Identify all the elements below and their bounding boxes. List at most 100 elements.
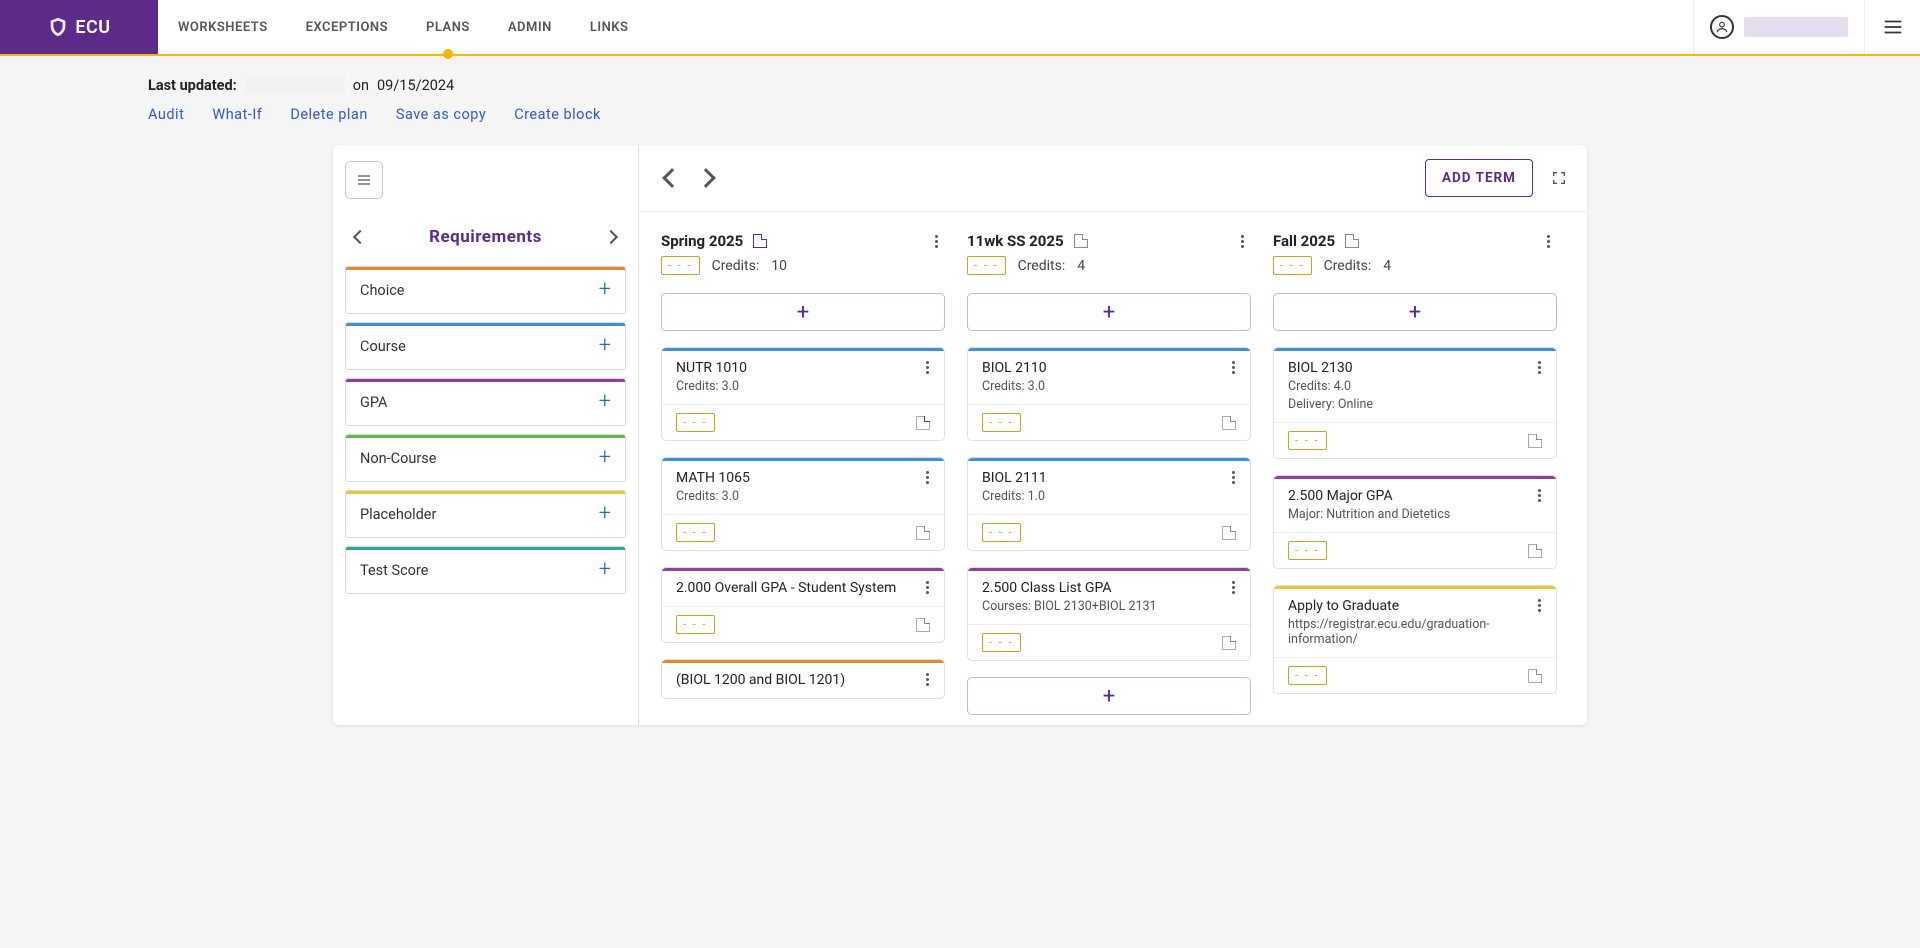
terms-row: Spring 2025 - - - Credits: 10 + NUTR 101… bbox=[639, 212, 1587, 725]
more-menu-button[interactable] bbox=[1233, 232, 1251, 250]
course-card[interactable]: 2.500 Major GPA Major: Nutrition and Die… bbox=[1273, 475, 1557, 569]
requirement-item[interactable]: Choice+ bbox=[345, 266, 626, 314]
course-card[interactable]: MATH 1065 Credits: 3.0 - - - bbox=[661, 457, 945, 551]
more-menu-button[interactable] bbox=[1224, 358, 1242, 376]
requirements-next[interactable] bbox=[600, 221, 622, 252]
card-body: BIOL 2130 Credits: 4.0Delivery: Online bbox=[1274, 348, 1556, 422]
menu-icon bbox=[1882, 16, 1904, 38]
note-icon[interactable] bbox=[916, 526, 930, 540]
more-menu-button[interactable] bbox=[918, 670, 936, 688]
card-footer: - - - bbox=[662, 404, 944, 440]
note-icon[interactable] bbox=[1345, 234, 1359, 248]
menu-icon bbox=[356, 172, 372, 188]
note-icon[interactable] bbox=[1222, 636, 1236, 650]
user-name-redacted bbox=[1744, 17, 1848, 37]
card-title: NUTR 1010 bbox=[676, 360, 930, 376]
course-card[interactable]: BIOL 2130 Credits: 4.0Delivery: Online -… bbox=[1273, 347, 1557, 459]
more-menu-button[interactable] bbox=[1530, 358, 1548, 376]
card-body: 2.000 Overall GPA - Student System bbox=[662, 568, 944, 606]
sidebar-toggle-button[interactable] bbox=[345, 161, 383, 199]
user-area bbox=[1693, 0, 1864, 54]
main-nav: WORKSHEETS EXCEPTIONS PLANS ADMIN LINKS bbox=[158, 0, 632, 54]
card-subtext: Delivery: Online bbox=[1288, 397, 1542, 412]
requirement-item[interactable]: Non-Course+ bbox=[345, 434, 626, 482]
more-menu-button[interactable] bbox=[1224, 578, 1242, 596]
course-card[interactable]: BIOL 2110 Credits: 3.0 - - - bbox=[967, 347, 1251, 441]
terms-scroll-right[interactable] bbox=[696, 168, 716, 188]
nav-admin[interactable]: ADMIN bbox=[504, 0, 556, 55]
nav-worksheets[interactable]: WORKSHEETS bbox=[174, 0, 272, 55]
requirements-panel: Requirements Choice+Course+GPA+Non-Cours… bbox=[333, 145, 639, 725]
more-menu-button[interactable] bbox=[927, 232, 945, 250]
top-bar: ECU WORKSHEETS EXCEPTIONS PLANS ADMIN LI… bbox=[0, 0, 1920, 56]
add-term-button[interactable]: ADD TERM bbox=[1425, 159, 1533, 197]
note-icon[interactable] bbox=[916, 416, 930, 430]
term-name: Spring 2025 bbox=[661, 232, 743, 250]
more-menu-button[interactable] bbox=[918, 468, 936, 486]
more-menu-button[interactable] bbox=[1530, 596, 1548, 614]
note-icon[interactable] bbox=[1528, 544, 1542, 558]
card-subtext: Courses: BIOL 2130+BIOL 2131 bbox=[982, 599, 1236, 614]
status-tag: - - - bbox=[1288, 541, 1327, 560]
create-block-link[interactable]: Create block bbox=[514, 106, 601, 123]
card-subtext: Credits: 1.0 bbox=[982, 489, 1236, 504]
brand-logo[interactable]: ECU bbox=[0, 0, 158, 54]
nav-plans[interactable]: PLANS bbox=[422, 0, 474, 55]
more-menu-button[interactable] bbox=[918, 358, 936, 376]
requirement-item[interactable]: Test Score+ bbox=[345, 546, 626, 594]
save-as-copy-link[interactable]: Save as copy bbox=[396, 106, 486, 123]
card-title: 2.000 Overall GPA - Student System bbox=[676, 580, 930, 596]
requirements-list: Choice+ Course+ GPA+ Non-Course+ Placeholder… bbox=[345, 266, 626, 594]
course-card[interactable]: (BIOL 1200 and BIOL 1201) bbox=[661, 659, 945, 699]
card-subtext: https://registrar.ecu.edu/graduation-inf… bbox=[1288, 617, 1542, 647]
term-column: Fall 2025 - - - Credits: 4 + BIOL 2130 C… bbox=[1273, 232, 1557, 715]
more-menu-button[interactable] bbox=[1224, 468, 1242, 486]
terms-scroll-left[interactable] bbox=[662, 168, 682, 188]
course-card[interactable]: 2.500 Class List GPA Courses: BIOL 2130+… bbox=[967, 567, 1251, 661]
add-course-slot[interactable]: + bbox=[1273, 293, 1557, 331]
card-footer: - - - bbox=[662, 514, 944, 550]
note-icon[interactable] bbox=[1222, 526, 1236, 540]
global-menu-button[interactable] bbox=[1864, 0, 1920, 54]
nav-exceptions[interactable]: EXCEPTIONS bbox=[302, 0, 392, 55]
credits-value: 4 bbox=[1077, 258, 1085, 274]
more-menu-button[interactable] bbox=[918, 578, 936, 596]
card-subtext: Credits: 3.0 bbox=[982, 379, 1236, 394]
term-credits: - - - Credits: 4 bbox=[1273, 256, 1557, 275]
chevron-left-icon bbox=[353, 230, 367, 244]
user-avatar-icon[interactable] bbox=[1710, 15, 1734, 39]
requirements-prev[interactable] bbox=[349, 221, 371, 252]
course-card[interactable]: NUTR 1010 Credits: 3.0 - - - bbox=[661, 347, 945, 441]
status-tag: - - - bbox=[676, 615, 715, 634]
card-title: BIOL 2110 bbox=[982, 360, 1236, 376]
note-icon[interactable] bbox=[753, 234, 767, 248]
note-icon[interactable] bbox=[1528, 434, 1542, 448]
add-course-slot[interactable]: + bbox=[967, 677, 1251, 715]
nav-links[interactable]: LINKS bbox=[586, 0, 633, 55]
card-subtext: Credits: 4.0 bbox=[1288, 379, 1542, 394]
add-course-slot[interactable]: + bbox=[661, 293, 945, 331]
requirement-item[interactable]: Placeholder+ bbox=[345, 490, 626, 538]
requirement-item[interactable]: Course+ bbox=[345, 322, 626, 370]
card-footer: - - - bbox=[1274, 657, 1556, 693]
add-course-slot[interactable]: + bbox=[967, 293, 1251, 331]
card-footer: - - - bbox=[1274, 422, 1556, 458]
expand-icon[interactable] bbox=[1551, 170, 1567, 186]
card-footer: - - - bbox=[662, 606, 944, 642]
term-header: Spring 2025 bbox=[661, 232, 945, 250]
requirement-item[interactable]: GPA+ bbox=[345, 378, 626, 426]
more-menu-button[interactable] bbox=[1539, 232, 1557, 250]
audit-link[interactable]: Audit bbox=[148, 106, 184, 123]
course-card[interactable]: BIOL 2111 Credits: 1.0 - - - bbox=[967, 457, 1251, 551]
course-card[interactable]: 2.000 Overall GPA - Student System - - - bbox=[661, 567, 945, 643]
more-menu-button[interactable] bbox=[1530, 486, 1548, 504]
status-tag: - - - bbox=[1288, 431, 1327, 450]
note-icon[interactable] bbox=[1528, 669, 1542, 683]
note-icon[interactable] bbox=[1074, 234, 1088, 248]
course-card[interactable]: Apply to Graduate https://registrar.ecu.… bbox=[1273, 585, 1557, 694]
note-icon[interactable] bbox=[1222, 416, 1236, 430]
requirement-label: Non-Course bbox=[360, 450, 436, 467]
whatif-link[interactable]: What-If bbox=[212, 106, 262, 123]
note-icon[interactable] bbox=[916, 618, 930, 632]
delete-plan-link[interactable]: Delete plan bbox=[290, 106, 368, 123]
